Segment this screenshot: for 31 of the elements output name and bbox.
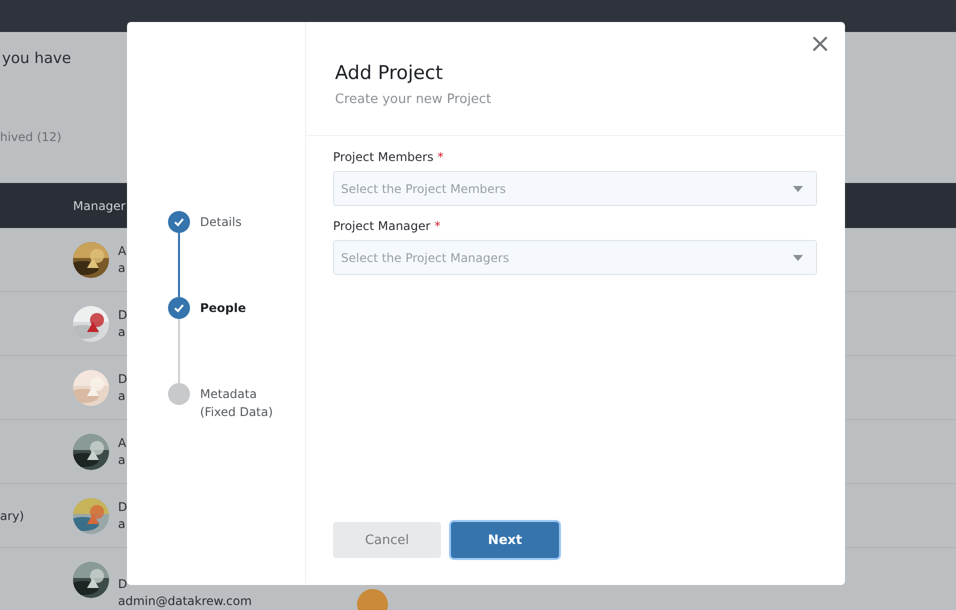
check-icon (173, 302, 185, 314)
manager-name: A (118, 244, 126, 258)
manager-email: a (118, 261, 126, 275)
step-label: Details (200, 214, 243, 231)
cancel-button[interactable]: Cancel (333, 522, 441, 558)
manager-email: a (118, 453, 126, 467)
select-field[interactable]: Select the Project Members (333, 171, 817, 206)
manager-email: a (118, 517, 126, 531)
dropdown-caret-icon (793, 186, 803, 192)
step-label: Metadata (Fixed Data) (200, 386, 274, 421)
manager-email: a (118, 325, 126, 339)
intro-text: you have (2, 49, 72, 69)
manager-name: D (118, 577, 128, 591)
field-label: Project Members * (333, 150, 444, 164)
column-header: Manager (73, 198, 126, 212)
manager-name: D (118, 372, 128, 386)
dialog-subtitle: Create your new Project (335, 92, 492, 107)
check-icon (173, 216, 185, 228)
field-label: Project Manager * (333, 219, 442, 233)
manager-email: a (118, 389, 126, 403)
manager-name: D (118, 500, 128, 514)
dialog-title: Add Project (335, 62, 444, 84)
dropdown-caret-icon (793, 254, 803, 260)
select-field[interactable]: Select the Project Managers (333, 240, 817, 275)
manager-name: D (118, 308, 128, 322)
next-button[interactable]: Next (451, 522, 559, 558)
table-cell: ary) (0, 508, 24, 522)
manager-name: A (118, 436, 126, 450)
step-label: People (200, 300, 248, 317)
archived-tab[interactable]: hived (12) (0, 75, 110, 183)
manager-email: admin@datakrew.com (118, 594, 252, 608)
